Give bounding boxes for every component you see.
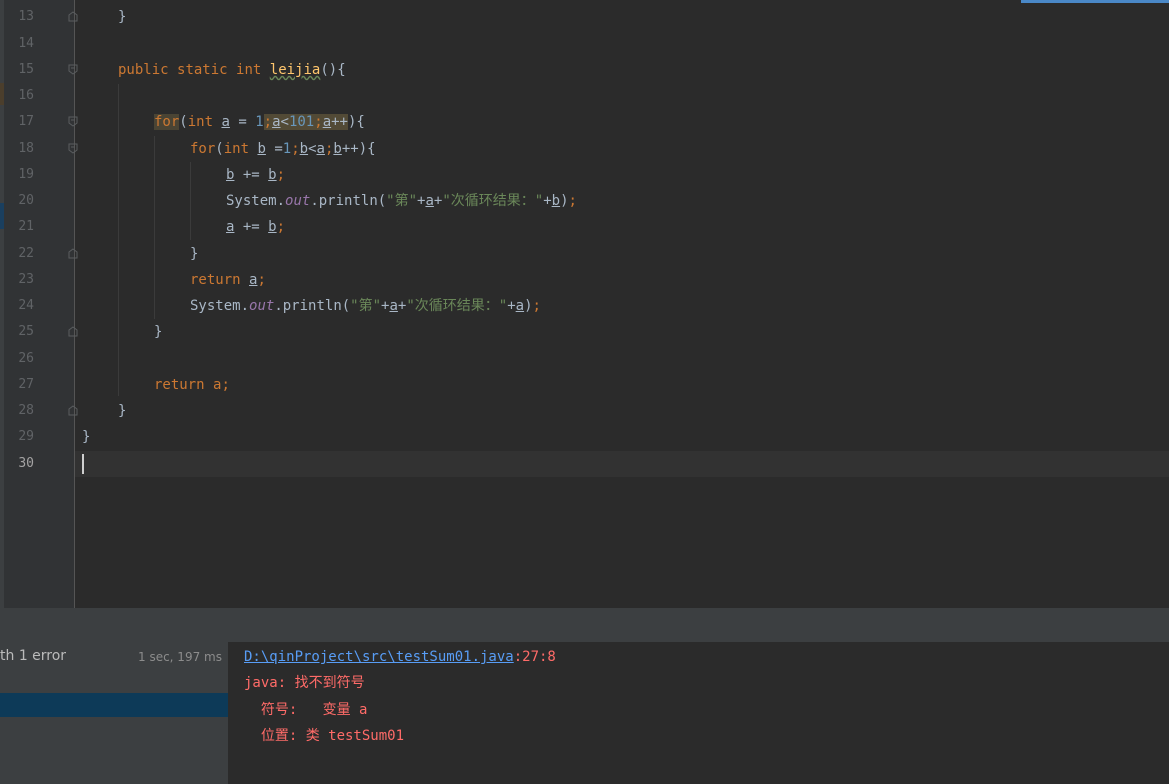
- line-number: 16: [18, 88, 34, 103]
- line-number: 14: [18, 36, 34, 51]
- build-duration: 1 sec, 197 ms: [138, 650, 222, 664]
- line-number: 25: [18, 324, 34, 339]
- fold-end-icon[interactable]: [68, 248, 78, 259]
- fold-start-icon[interactable]: [68, 143, 78, 154]
- method-name: leijia: [269, 62, 321, 78]
- code-line: System.out.println("第"+a+"次循环结果："+a);: [190, 298, 541, 314]
- indent-guide: [190, 162, 191, 240]
- line-number: 22: [18, 246, 34, 261]
- line-number: 13: [18, 9, 34, 24]
- line-number: 21: [18, 219, 34, 234]
- line-number-current: 30: [18, 456, 34, 471]
- line-number: 26: [18, 351, 34, 366]
- line-number: 27: [18, 377, 34, 392]
- build-tree-selected-item[interactable]: [0, 693, 228, 717]
- code-line: }: [154, 324, 163, 340]
- line-number: 29: [18, 429, 34, 444]
- code-line: }: [82, 429, 91, 445]
- text-cursor: [82, 454, 84, 474]
- fold-end-icon[interactable]: [68, 326, 78, 337]
- build-status-label[interactable]: th 1 error: [0, 646, 66, 666]
- fold-end-icon[interactable]: [68, 11, 78, 22]
- code-line: }: [118, 9, 127, 25]
- fold-start-icon[interactable]: [68, 64, 78, 75]
- indent-guide: [118, 84, 119, 396]
- error-symbol: 符号: 变量 a: [244, 702, 368, 718]
- code-editor[interactable]: 13 14 15 16 17 18 19 20 21 22 23 24 25 2…: [0, 0, 1169, 608]
- error-message: java: 找不到符号: [244, 675, 365, 691]
- indent-guide: [154, 136, 155, 319]
- error-location-class: 位置: 类 testSum01: [244, 728, 405, 744]
- code-line: System.out.println("第"+a+"次循环结果："+b);: [226, 193, 577, 209]
- active-tab-indicator: [1021, 0, 1169, 3]
- line-number: 20: [18, 193, 34, 208]
- code-line: for(int b =1;b<a;b++){: [190, 141, 376, 157]
- error-location: D:\qinProject\src\testSum01.java:27:8: [244, 649, 556, 665]
- gutter-divider: [74, 0, 75, 608]
- code-line: a += b;: [226, 219, 286, 235]
- line-number: 15: [18, 62, 34, 77]
- line-number: 28: [18, 403, 34, 418]
- current-line-highlight: [75, 451, 1169, 477]
- code-line: return a;: [154, 377, 230, 393]
- panel-separator[interactable]: [0, 608, 1169, 642]
- fold-end-icon[interactable]: [68, 405, 78, 416]
- line-number: 23: [18, 272, 34, 287]
- code-line: b += b;: [226, 167, 286, 183]
- code-line: for(int a = 1;a<101;a++){: [154, 114, 365, 130]
- fold-start-icon[interactable]: [68, 116, 78, 127]
- line-number: 24: [18, 298, 34, 313]
- code-line: return a;: [190, 272, 266, 288]
- line-number: 19: [18, 167, 34, 182]
- code-line: }: [190, 246, 199, 262]
- error-file-link[interactable]: D:\qinProject\src\testSum01.java: [244, 649, 514, 665]
- line-number: 18: [18, 141, 34, 156]
- code-line: }: [118, 403, 127, 419]
- line-number: 17: [18, 114, 34, 129]
- code-line: public static int leijia(){: [118, 62, 346, 78]
